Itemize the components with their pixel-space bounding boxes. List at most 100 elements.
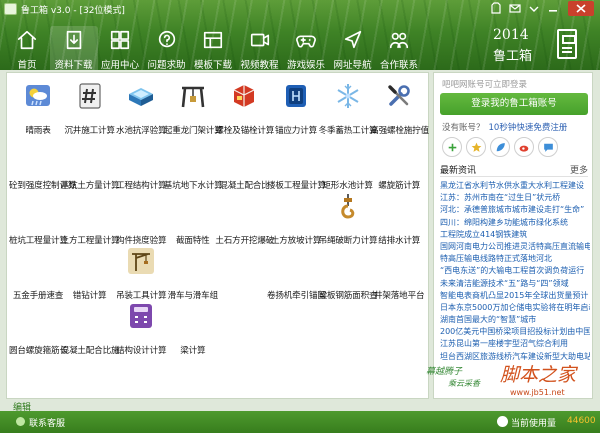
- watermark-text-1: 幕越腾子: [426, 367, 463, 377]
- main-nav: 首页 资料下载 应用中心 问题求助 模板下载 视频教程 游戏娱乐 网址导航 合作联系: [0, 26, 423, 71]
- tool-item[interactable]: 桩坑工程量计算: [9, 189, 68, 246]
- tool-item[interactable]: 土方工程量计算: [61, 189, 120, 246]
- tool-item[interactable]: 沉井施工计算: [64, 79, 116, 136]
- tool-item[interactable]: 砼到强度控制计算: [9, 134, 76, 191]
- header: 鲁工箱 v3.0 - [32位模式] 首页 资料下载 应用中心 问题求助 模板下载 视频教…: [0, 0, 600, 71]
- tool-item[interactable]: 锚应力计算: [270, 79, 322, 136]
- add-icon[interactable]: [442, 137, 462, 157]
- tool-label: 圆台螺旋箍筋长: [9, 346, 68, 356]
- register-prompt: 没有账号？ 10秒钟快速免费注册: [442, 121, 567, 133]
- nav-label: 游戏娱乐: [286, 60, 325, 71]
- home-icon: [16, 29, 38, 51]
- nav-item-2[interactable]: 应用中心: [96, 26, 144, 71]
- nav-item-7[interactable]: 网址导航: [329, 26, 377, 71]
- tool-item[interactable]: 螺旋筋计算: [373, 134, 425, 191]
- window-title: 鲁工箱 v3.0 - [32位模式]: [21, 6, 125, 16]
- watermark-url: www.jb51.net: [510, 388, 565, 397]
- nav-item-6[interactable]: 游戏娱乐: [282, 26, 330, 71]
- nav-item-3[interactable]: 问题求助: [143, 26, 191, 71]
- news-item[interactable]: 日本东京5000万加仑储电实验将在明年启动: [440, 302, 590, 314]
- tool-item[interactable]: 工程结构计算: [115, 134, 167, 191]
- tool-panel: 晴雨表 沉井施工计算 水池抗浮验算 起重龙门架计算 螺栓及锚栓计算 锚应力计算 冬季蓄热工计…: [6, 72, 429, 399]
- app-logo: [4, 3, 17, 15]
- register-link[interactable]: 10秒钟快速免费注册: [489, 123, 568, 133]
- nav-label: 问题求助: [147, 60, 186, 71]
- tool-item: [322, 299, 374, 351]
- settings-menu-icon[interactable]: [527, 1, 541, 16]
- tool-item[interactable]: 晴雨表: [12, 79, 64, 136]
- tool-item[interactable]: 梁板钢筋面积查: [319, 244, 378, 301]
- tool-item[interactable]: 冬季蓄热工计算: [319, 79, 378, 136]
- tool-item[interactable]: 截面特性: [167, 189, 219, 246]
- nav-item-1[interactable]: 资料下载: [49, 26, 98, 71]
- news-item[interactable]: 未来清洁能源技术“五”路与“四”领域: [440, 278, 590, 290]
- tool-item[interactable]: 混凝土配合比: [218, 134, 270, 191]
- watermark-logo: 幕越腾子 乘云采香 脚本之家 www.jb51.net: [426, 360, 596, 408]
- login-hint: 吧吧网账号可立即登录: [442, 80, 528, 90]
- weibo-icon[interactable]: [514, 137, 534, 157]
- tool-item[interactable]: 土方放坡计算: [270, 189, 322, 246]
- chat-icon[interactable]: [538, 137, 558, 157]
- news-item[interactable]: 四川：绵阳构建乡功能城市绿化系统: [440, 217, 590, 229]
- news-item[interactable]: 河北：承德普旅城市城市建设走打“生命”: [440, 204, 590, 216]
- nav-item-4[interactable]: 模板下载: [189, 26, 237, 71]
- service-icon: [16, 417, 25, 426]
- nav-label: 资料下载: [54, 60, 93, 71]
- news-item[interactable]: 江苏：苏州市南在“过生日”状元桥: [440, 192, 590, 204]
- tool-item[interactable]: 结构设计计算: [115, 299, 167, 356]
- tool-label: 结构设计计算: [116, 346, 167, 356]
- title-bar[interactable]: 鲁工箱 v3.0 - [32位模式]: [0, 0, 600, 18]
- skin-icon[interactable]: [489, 1, 503, 16]
- nav-item-0[interactable]: 首页: [3, 26, 51, 71]
- tool-item[interactable]: 五金手册速查: [12, 244, 64, 301]
- tool-item[interactable]: 矩形水池计算: [322, 134, 374, 191]
- nav-item-5[interactable]: 视频教程: [236, 26, 284, 71]
- usage-value: 44600: [567, 416, 596, 426]
- tool-item[interactable]: 卷扬机牵引锚固: [267, 244, 326, 301]
- news-item[interactable]: 国网河南电力公司推进灵活特高压直流输电线: [440, 241, 590, 253]
- news-item[interactable]: “西电东送”的大输电工程首次调负荷运行: [440, 265, 590, 277]
- status-bar: 联系客服 当前使用量 44600: [0, 411, 600, 433]
- tool-item[interactable]: 起重龙门架计算: [164, 79, 223, 136]
- news-item[interactable]: 200亿美元中国桥梁项目招投标计划由中国: [440, 326, 590, 338]
- tool-item[interactable]: 高强螺栓施拧值: [370, 79, 429, 136]
- tool-item[interactable]: 井架落地平台: [373, 244, 425, 301]
- tool-item[interactable]: 基坑地下水计算: [164, 134, 223, 191]
- tool-item[interactable]: 土石方开挖爆破: [215, 189, 274, 246]
- tool-label: 梁计算: [180, 346, 206, 356]
- no-account-text: 没有账号？: [442, 123, 485, 133]
- tool-item[interactable]: 螺栓及锚栓计算: [215, 79, 274, 136]
- tool-item[interactable]: 圆台螺旋箍筋长: [9, 299, 68, 356]
- tool-item[interactable]: 吊装工具计算: [115, 244, 167, 301]
- news-item[interactable]: 黑龙江省水利节水供水重大水利工程建设: [440, 180, 590, 192]
- login-button[interactable]: 登录我的鲁工箱账号: [440, 93, 588, 115]
- tool-item[interactable]: 错钻计算: [64, 244, 116, 301]
- minimize-button[interactable]: [546, 1, 560, 16]
- weather-barometer-icon: [24, 82, 52, 110]
- handshake-icon: [388, 29, 410, 51]
- contact-support-link[interactable]: 联系客服: [29, 416, 65, 429]
- leaf-icon[interactable]: [490, 137, 510, 157]
- news-item[interactable]: 特高压输电线路特正式落地河北: [440, 253, 590, 265]
- tool-item[interactable]: 楼板工程量计算: [267, 134, 326, 191]
- tool-item[interactable]: 构件挠度验算: [115, 189, 167, 246]
- tool-item[interactable]: 吊绳破断力计算: [319, 189, 378, 246]
- news-item[interactable]: 智能电表商机凸显2015年全球出货量预计: [440, 290, 590, 302]
- news-item[interactable]: 工程院成立414钢铁建筑: [440, 229, 590, 241]
- sidebar: 吧吧网账号可立即登录 登录我的鲁工箱账号 没有账号？ 10秒钟快速免费注册 最新资…: [433, 72, 593, 399]
- tool-item[interactable]: 混凝土配合比施: [61, 299, 120, 356]
- close-button[interactable]: [568, 1, 594, 16]
- news-item[interactable]: 江苏昆山第一座楼宇型沼气综合利用: [440, 338, 590, 350]
- message-icon[interactable]: [508, 1, 522, 16]
- news-item[interactable]: 湖南首国最大的“智慧”城市: [440, 314, 590, 326]
- tool-item[interactable]: 基坑土方量计算: [61, 134, 120, 191]
- rope-hook-icon: [334, 192, 362, 220]
- pool-icon: [127, 82, 155, 110]
- tool-item[interactable]: 滑车与滑车组: [167, 244, 219, 301]
- tool-item[interactable]: 结排水计算: [373, 189, 425, 246]
- nav-item-8[interactable]: 合作联系: [375, 26, 423, 71]
- tool-item[interactable]: 水池抗浮验算: [115, 79, 167, 136]
- star-icon[interactable]: [466, 137, 486, 157]
- news-more-link[interactable]: 更多: [570, 163, 588, 176]
- tool-item[interactable]: 梁计算: [167, 299, 219, 356]
